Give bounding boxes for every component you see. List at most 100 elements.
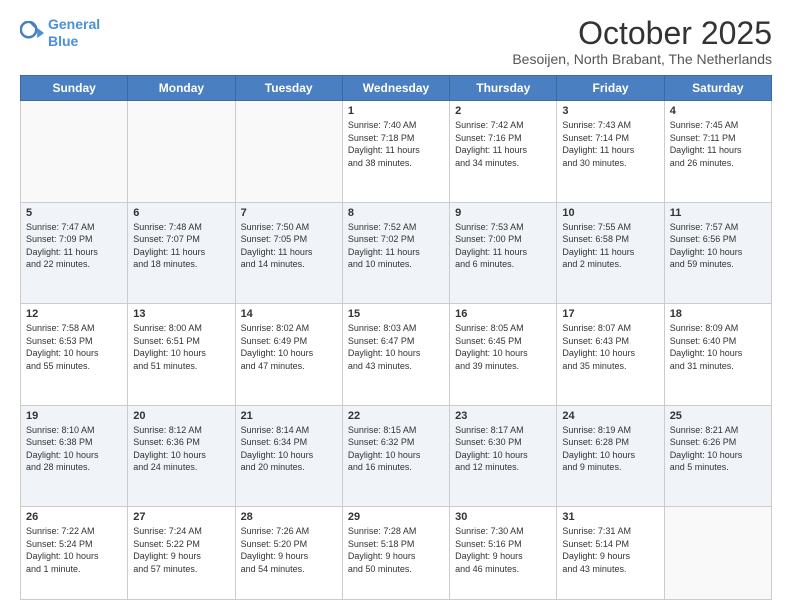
day-number: 9 [455, 207, 551, 219]
day-info: Sunrise: 8:02 AM Sunset: 6:49 PM Dayligh… [241, 322, 337, 372]
day-number: 31 [562, 511, 658, 523]
day-number: 15 [348, 308, 444, 320]
day-number: 10 [562, 207, 658, 219]
day-number: 30 [455, 511, 551, 523]
day-cell: 30 Sunrise: 7:30 AM Sunset: 5:16 PM Dayli… [450, 506, 557, 599]
day-cell: 1Sunrise: 7:40 AM Sunset: 7:18 PM Daylig… [342, 101, 449, 202]
calendar: SundayMondayTuesdayWednesdayThursdayFrid… [20, 75, 772, 600]
month-title: October 2025 [512, 16, 772, 51]
weekday-header-tuesday: Tuesday [235, 76, 342, 101]
day-info: Sunrise: 7:55 AM Sunset: 6:58 PM Dayligh… [562, 221, 658, 271]
day-number: 2 [455, 105, 551, 117]
day-number: 17 [562, 308, 658, 320]
day-number: 14 [241, 308, 337, 320]
day-number: 3 [562, 105, 658, 117]
day-cell: 18Sunrise: 8:09 AM Sunset: 6:40 PM Dayli… [664, 304, 771, 405]
day-info: Sunrise: 7:52 AM Sunset: 7:02 PM Dayligh… [348, 221, 444, 271]
day-cell: 7 Sunrise: 7:50 AM Sunset: 7:05 PM Daylig… [235, 202, 342, 303]
day-info: Sunrise: 7:28 AM Sunset: 5:18 PM Dayligh… [348, 525, 444, 575]
day-cell: 25Sunrise: 8:21 AM Sunset: 6:26 PM Dayli… [664, 405, 771, 506]
day-number: 24 [562, 410, 658, 422]
day-info: Sunrise: 8:07 AM Sunset: 6:43 PM Dayligh… [562, 322, 658, 372]
day-info: Sunrise: 7:22 AM Sunset: 5:24 PM Dayligh… [26, 525, 122, 575]
day-number: 5 [26, 207, 122, 219]
day-info: Sunrise: 8:14 AM Sunset: 6:34 PM Dayligh… [241, 424, 337, 474]
weekday-header-saturday: Saturday [664, 76, 771, 101]
day-info: Sunrise: 7:42 AM Sunset: 7:16 PM Dayligh… [455, 119, 551, 169]
day-number: 11 [670, 207, 766, 219]
day-number: 29 [348, 511, 444, 523]
day-info: Sunrise: 8:17 AM Sunset: 6:30 PM Dayligh… [455, 424, 551, 474]
day-cell: 13 Sunrise: 8:00 AM Sunset: 6:51 PM Dayli… [128, 304, 235, 405]
day-number: 19 [26, 410, 122, 422]
weekday-header-row: SundayMondayTuesdayWednesdayThursdayFrid… [21, 76, 772, 101]
day-number: 21 [241, 410, 337, 422]
day-info: Sunrise: 8:12 AM Sunset: 6:36 PM Dayligh… [133, 424, 229, 474]
day-cell: 28 Sunrise: 7:26 AM Sunset: 5:20 PM Dayli… [235, 506, 342, 599]
day-info: Sunrise: 7:48 AM Sunset: 7:07 PM Dayligh… [133, 221, 229, 271]
day-cell: 22 Sunrise: 8:15 AM Sunset: 6:32 PM Dayli… [342, 405, 449, 506]
day-cell: 29 Sunrise: 7:28 AM Sunset: 5:18 PM Dayli… [342, 506, 449, 599]
week-row-3: 12 Sunrise: 7:58 AM Sunset: 6:53 PM Dayli… [21, 304, 772, 405]
day-info: Sunrise: 8:05 AM Sunset: 6:45 PM Dayligh… [455, 322, 551, 372]
day-number: 20 [133, 410, 229, 422]
title-block: October 2025 Besoijen, North Brabant, Th… [512, 16, 772, 67]
logo-general: General [48, 16, 100, 32]
day-number: 22 [348, 410, 444, 422]
week-row-4: 19 Sunrise: 8:10 AM Sunset: 6:38 PM Dayli… [21, 405, 772, 506]
day-info: Sunrise: 7:31 AM Sunset: 5:14 PM Dayligh… [562, 525, 658, 575]
day-cell: 6 Sunrise: 7:48 AM Sunset: 7:07 PM Daylig… [128, 202, 235, 303]
day-cell: 19 Sunrise: 8:10 AM Sunset: 6:38 PM Dayli… [21, 405, 128, 506]
day-info: Sunrise: 7:50 AM Sunset: 7:05 PM Dayligh… [241, 221, 337, 271]
day-cell: 15 Sunrise: 8:03 AM Sunset: 6:47 PM Dayli… [342, 304, 449, 405]
day-cell: 23Sunrise: 8:17 AM Sunset: 6:30 PM Dayli… [450, 405, 557, 506]
weekday-header-monday: Monday [128, 76, 235, 101]
day-cell: 2 Sunrise: 7:42 AM Sunset: 7:16 PM Daylig… [450, 101, 557, 202]
day-cell: 3 Sunrise: 7:43 AM Sunset: 7:14 PM Daylig… [557, 101, 664, 202]
day-info: Sunrise: 7:45 AM Sunset: 7:11 PM Dayligh… [670, 119, 766, 169]
day-info: Sunrise: 8:10 AM Sunset: 6:38 PM Dayligh… [26, 424, 122, 474]
day-info: Sunrise: 7:43 AM Sunset: 7:14 PM Dayligh… [562, 119, 658, 169]
day-cell: 24 Sunrise: 8:19 AM Sunset: 6:28 PM Dayli… [557, 405, 664, 506]
day-info: Sunrise: 8:19 AM Sunset: 6:28 PM Dayligh… [562, 424, 658, 474]
day-number: 25 [670, 410, 766, 422]
day-number: 27 [133, 511, 229, 523]
logo: General Blue [20, 16, 100, 50]
day-cell [21, 101, 128, 202]
header: General Blue October 2025 Besoijen, Nort… [20, 16, 772, 67]
day-cell: 9 Sunrise: 7:53 AM Sunset: 7:00 PM Daylig… [450, 202, 557, 303]
weekday-header-wednesday: Wednesday [342, 76, 449, 101]
week-row-2: 5Sunrise: 7:47 AM Sunset: 7:09 PM Daylig… [21, 202, 772, 303]
day-info: Sunrise: 8:03 AM Sunset: 6:47 PM Dayligh… [348, 322, 444, 372]
day-info: Sunrise: 8:00 AM Sunset: 6:51 PM Dayligh… [133, 322, 229, 372]
day-number: 12 [26, 308, 122, 320]
day-number: 18 [670, 308, 766, 320]
logo-text: General Blue [48, 16, 100, 50]
day-cell: 21 Sunrise: 8:14 AM Sunset: 6:34 PM Dayli… [235, 405, 342, 506]
day-cell [664, 506, 771, 599]
day-cell: 5Sunrise: 7:47 AM Sunset: 7:09 PM Daylig… [21, 202, 128, 303]
day-number: 6 [133, 207, 229, 219]
logo-icon [20, 21, 44, 45]
weekday-header-friday: Friday [557, 76, 664, 101]
day-info: Sunrise: 7:26 AM Sunset: 5:20 PM Dayligh… [241, 525, 337, 575]
day-info: Sunrise: 7:30 AM Sunset: 5:16 PM Dayligh… [455, 525, 551, 575]
day-cell: 20 Sunrise: 8:12 AM Sunset: 6:36 PM Dayli… [128, 405, 235, 506]
day-info: Sunrise: 8:15 AM Sunset: 6:32 PM Dayligh… [348, 424, 444, 474]
day-cell: 17 Sunrise: 8:07 AM Sunset: 6:43 PM Dayli… [557, 304, 664, 405]
day-number: 1 [348, 105, 444, 117]
day-cell: 11 Sunrise: 7:57 AM Sunset: 6:56 PM Dayli… [664, 202, 771, 303]
day-info: Sunrise: 7:57 AM Sunset: 6:56 PM Dayligh… [670, 221, 766, 271]
week-row-1: 1Sunrise: 7:40 AM Sunset: 7:18 PM Daylig… [21, 101, 772, 202]
day-number: 16 [455, 308, 551, 320]
day-number: 28 [241, 511, 337, 523]
day-info: Sunrise: 7:58 AM Sunset: 6:53 PM Dayligh… [26, 322, 122, 372]
day-number: 13 [133, 308, 229, 320]
day-cell: 10 Sunrise: 7:55 AM Sunset: 6:58 PM Dayli… [557, 202, 664, 303]
day-number: 8 [348, 207, 444, 219]
day-cell: 8 Sunrise: 7:52 AM Sunset: 7:02 PM Daylig… [342, 202, 449, 303]
day-number: 7 [241, 207, 337, 219]
week-row-5: 26Sunrise: 7:22 AM Sunset: 5:24 PM Dayli… [21, 506, 772, 599]
day-info: Sunrise: 7:53 AM Sunset: 7:00 PM Dayligh… [455, 221, 551, 271]
day-number: 4 [670, 105, 766, 117]
